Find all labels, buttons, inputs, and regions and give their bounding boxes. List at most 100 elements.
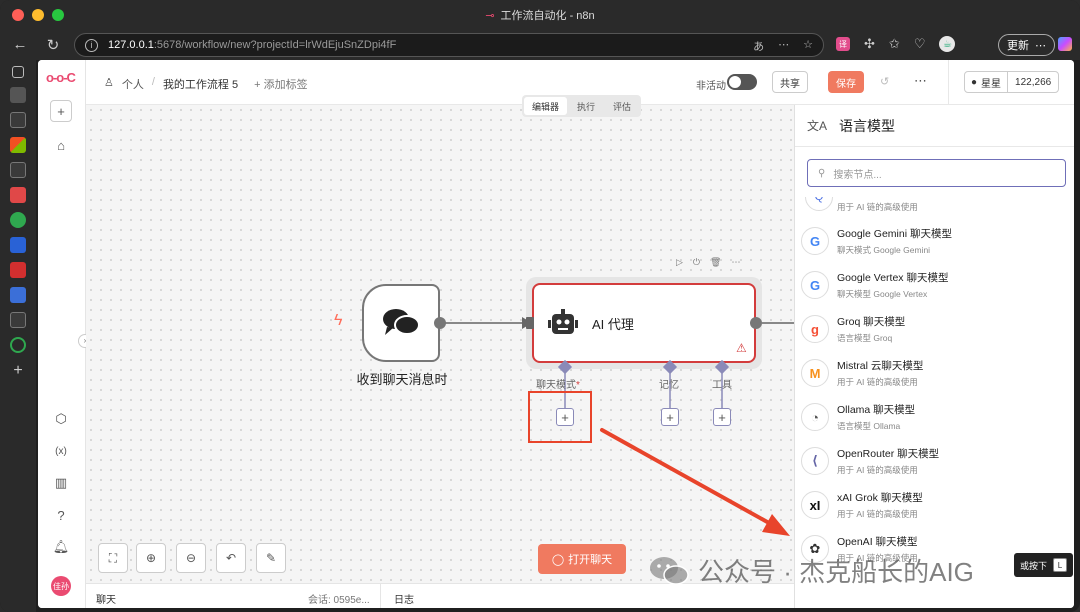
model-list-item[interactable]: g Groq 聊天模型 语言模型 Groq bbox=[801, 307, 1071, 351]
agent-output-handle[interactable] bbox=[750, 317, 762, 329]
node-creator-panel: 文A 语言模型 ⚲ 搜索节点... Q 用于 AI 链的高级使用 G Google… bbox=[794, 105, 1074, 608]
github-stars-count: 122,266 bbox=[1015, 76, 1052, 88]
save-button[interactable]: 保存 bbox=[828, 71, 864, 93]
model-item-desc: 用于 AI 链的高级使用 bbox=[837, 509, 918, 519]
model-list-item[interactable]: M Mistral 云聊天模型 用于 AI 链的高级使用 bbox=[801, 351, 1071, 395]
window-controls bbox=[12, 9, 64, 21]
execute-node-icon[interactable]: ▷ bbox=[676, 257, 683, 268]
copilot-icon[interactable] bbox=[1058, 37, 1072, 51]
search-icon: ⚲ bbox=[818, 167, 826, 179]
more-menu-icon[interactable]: ⋯ bbox=[914, 73, 927, 89]
favorites-icon[interactable]: ✩ bbox=[889, 36, 900, 52]
address-bar-actions: あ ⋯ ☆ bbox=[753, 38, 813, 54]
add-tool-button[interactable]: + bbox=[713, 408, 731, 426]
extension-icons: 译 ✣ ✩ ♡ ☕ bbox=[836, 36, 956, 52]
minimize-window-button[interactable] bbox=[32, 9, 44, 21]
tab-icon[interactable] bbox=[10, 262, 26, 278]
github-stars-widget[interactable]: ● 星星 122,266 bbox=[964, 71, 1060, 93]
create-plus-icon[interactable]: + bbox=[50, 100, 72, 122]
model-item-name: OpenAI 聊天模型 bbox=[837, 536, 918, 548]
undo-icon[interactable]: ↶ bbox=[216, 543, 246, 573]
model-item-name: OpenRouter 聊天模型 bbox=[837, 448, 940, 460]
tab-evaluations[interactable]: 评估 bbox=[605, 97, 639, 115]
more-options-icon[interactable]: ⋯ bbox=[778, 38, 789, 54]
help-icon[interactable]: ? bbox=[50, 504, 72, 526]
model-item-text: Google Vertex 聊天模型 聊天模型 Google Vertex bbox=[837, 270, 948, 300]
update-button[interactable]: 更新 ⋯ bbox=[998, 34, 1055, 56]
model-list-item[interactable]: G Google Gemini 聊天模型 聊天模式 Google Gemini bbox=[801, 219, 1071, 263]
model-item-desc: 用于 AI 链的高级使用 bbox=[837, 465, 918, 475]
tab-panel-icon[interactable] bbox=[12, 66, 24, 78]
active-toggle[interactable] bbox=[727, 74, 757, 90]
tooltip-label: 或按下 bbox=[1020, 560, 1048, 571]
new-tab-icon[interactable]: + bbox=[13, 362, 22, 380]
zoom-in-icon[interactable]: ⊕ bbox=[136, 543, 166, 573]
node-search-input[interactable]: ⚲ 搜索节点... bbox=[807, 159, 1066, 187]
home-icon[interactable]: ⌂ bbox=[50, 134, 72, 156]
close-window-button[interactable] bbox=[12, 9, 24, 21]
translate-icon[interactable]: あ bbox=[753, 38, 764, 54]
tab-icon[interactable] bbox=[10, 187, 26, 203]
bookmark-star-icon[interactable]: ☆ bbox=[803, 38, 813, 54]
site-info-icon[interactable]: i bbox=[85, 38, 98, 52]
variables-icon[interactable]: (x) bbox=[50, 440, 72, 462]
add-memory-button[interactable]: + bbox=[661, 408, 679, 426]
back-icon[interactable]: ← bbox=[5, 36, 35, 53]
delete-node-icon[interactable]: 🗑︎ bbox=[710, 257, 721, 268]
tab-icon[interactable] bbox=[10, 162, 26, 178]
github-stars-button[interactable]: ● 星星 bbox=[965, 72, 1009, 92]
model-item-desc: 用于 AI 链的高级使用 bbox=[837, 377, 918, 387]
required-marker: * bbox=[576, 380, 580, 391]
puzzle-icon[interactable]: ✣ bbox=[864, 36, 875, 52]
model-item-name: xAI Grok 聊天模型 bbox=[837, 492, 923, 504]
tab-icon[interactable] bbox=[10, 312, 26, 328]
open-chat-button[interactable]: ◯ 打开聊天 bbox=[538, 544, 626, 574]
share-button[interactable]: 共享 bbox=[772, 71, 808, 93]
model-list-item[interactable]: ◔ Ollama 聊天模型 语言模型 Ollama bbox=[801, 395, 1071, 439]
tab-editor[interactable]: 编辑器 bbox=[524, 97, 568, 115]
node-more-icon[interactable]: ⋯ bbox=[731, 257, 740, 268]
address-bar[interactable]: i 127.0.0.1:5678/workflow/new?projectId=… bbox=[74, 33, 824, 57]
maximize-window-button[interactable] bbox=[52, 9, 64, 21]
chat-trigger-node[interactable] bbox=[362, 284, 440, 362]
insights-icon[interactable]: ▥ bbox=[50, 472, 72, 494]
deactivate-node-icon[interactable]: ⏻ bbox=[693, 257, 700, 268]
health-icon[interactable]: ♡ bbox=[914, 36, 926, 52]
model-item-text: Mistral 云聊天模型 用于 AI 链的高级使用 bbox=[837, 358, 923, 388]
tab-icon[interactable] bbox=[10, 137, 26, 153]
history-icon[interactable]: ↺ bbox=[880, 75, 889, 88]
workflow-name[interactable]: 我的工作流程 5 bbox=[163, 76, 238, 92]
agent-input-handle[interactable] bbox=[526, 317, 534, 329]
tab-icon[interactable] bbox=[10, 337, 26, 353]
reload-icon[interactable]: ↻ bbox=[38, 36, 68, 54]
model-item-name: Ollama 聊天模型 bbox=[837, 404, 916, 416]
tab-n8n-icon[interactable] bbox=[10, 87, 26, 103]
tidy-up-icon[interactable]: ✎ bbox=[256, 543, 286, 573]
fit-view-icon[interactable]: ⛶ bbox=[98, 543, 128, 573]
breadcrumb-project[interactable]: 个人 bbox=[122, 76, 144, 92]
workflow-canvas[interactable]: ϟ 收到聊天消息时 ▷ ⏻ 🗑︎ ⋯ AI 代理 ⚠ 聊天模式* 记忆 工具 +… bbox=[86, 105, 794, 583]
model-list-item[interactable]: xI xAI Grok 聊天模型 用于 AI 链的高级使用 bbox=[801, 483, 1071, 527]
tab-icon[interactable] bbox=[10, 212, 26, 228]
n8n-logo[interactable]: o-o-C bbox=[46, 70, 76, 85]
zoom-out-icon[interactable]: ⊖ bbox=[176, 543, 206, 573]
tab-icon[interactable] bbox=[10, 237, 26, 253]
trigger-output-handle[interactable] bbox=[434, 317, 446, 329]
tab-executions[interactable]: 执行 bbox=[569, 97, 603, 115]
templates-icon[interactable]: ⬡ bbox=[50, 408, 72, 430]
add-tag-link[interactable]: + 添加标签 bbox=[254, 76, 307, 92]
partial-item-desc: 用于 AI 链的高级使用 bbox=[837, 202, 918, 212]
model-list-item[interactable]: G Google Vertex 聊天模型 聊天模型 Google Vertex bbox=[801, 263, 1071, 307]
watermark-text: 公众号 · 杰克船长的AIG bbox=[698, 557, 974, 587]
tab-icon[interactable] bbox=[10, 287, 26, 303]
logs-panel-toggle[interactable]: 日志 bbox=[394, 591, 414, 606]
profile-icon[interactable]: ☕ bbox=[939, 36, 956, 52]
model-list-item[interactable]: ⟨ OpenRouter 聊天模型 用于 AI 链的高级使用 bbox=[801, 439, 1071, 483]
notifications-bell-icon[interactable]: 🔔︎ bbox=[50, 536, 72, 558]
chat-panel-toggle[interactable]: 聊天 bbox=[96, 591, 116, 606]
avatar[interactable]: 佳孙 bbox=[51, 576, 71, 596]
partial-item-icon: Q bbox=[805, 197, 833, 211]
extension-icon[interactable]: 译 bbox=[836, 37, 850, 51]
tab-icon[interactable] bbox=[10, 112, 26, 128]
ai-agent-node[interactable]: AI 代理 bbox=[532, 283, 756, 363]
